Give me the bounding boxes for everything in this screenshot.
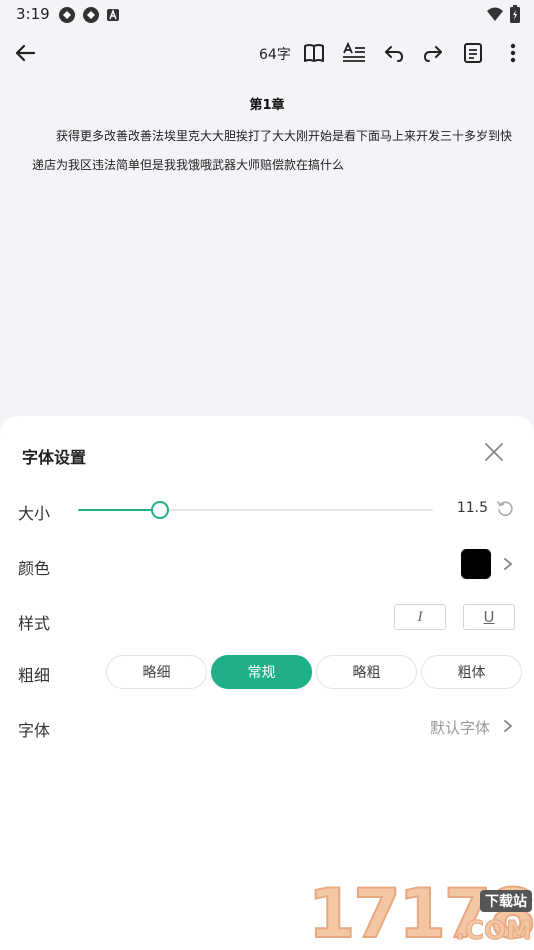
back-button[interactable] xyxy=(10,38,40,68)
weight-option-bold[interactable]: 粗体 xyxy=(421,655,522,689)
italic-button[interactable]: I xyxy=(394,604,446,630)
watermark-badge: 下载站 xyxy=(480,890,532,912)
app-icon xyxy=(83,7,99,23)
screen: 3:19 64字 第1章 获得更多改善改善法埃里克大大胆挨打了大大刚开始是看下面… xyxy=(0,0,534,950)
status-time: 3:19 xyxy=(16,5,50,23)
color-swatch[interactable] xyxy=(461,549,491,579)
more-button[interactable] xyxy=(498,38,528,68)
reading-mode-button[interactable] xyxy=(299,38,329,68)
style-label: 样式 xyxy=(18,614,51,633)
battery-icon xyxy=(510,5,520,23)
close-icon xyxy=(485,443,503,461)
weight-label: 粗细 xyxy=(18,666,51,685)
document-icon xyxy=(464,43,482,63)
italic-icon: I xyxy=(417,608,423,625)
undo-button[interactable] xyxy=(379,38,409,68)
app-icon xyxy=(59,7,75,23)
status-bar: 3:19 xyxy=(0,0,534,28)
watermark-logo: 17178 下载站 .COM xyxy=(307,879,534,950)
weight-option-light[interactable]: 略细 xyxy=(106,655,207,689)
toolbar: 64字 xyxy=(0,30,534,74)
document-body[interactable]: 获得更多改善改善法埃里克大大胆挨打了大大刚开始是看下面马上来开发三十多岁到快递店… xyxy=(32,122,512,180)
undo-icon xyxy=(385,46,404,62)
status-icons-left xyxy=(58,6,120,24)
status-icons-right xyxy=(486,5,520,23)
underline-icon: U xyxy=(483,608,495,626)
reset-icon xyxy=(497,501,513,516)
watermark-suffix: .COM xyxy=(455,916,533,947)
size-slider-fill xyxy=(78,509,160,511)
font-settings-sheet: 字体设置 大小 11.5 颜色 样式 I U 粗细 略细 常规 略粗 粗体 字体… xyxy=(0,416,534,950)
size-slider[interactable] xyxy=(78,501,433,519)
size-slider-thumb[interactable] xyxy=(150,501,169,519)
wifi-icon xyxy=(487,7,503,21)
a-icon xyxy=(107,9,119,21)
size-label: 大小 xyxy=(18,504,51,523)
document-button[interactable] xyxy=(458,38,488,68)
text-format-button[interactable] xyxy=(339,38,369,68)
close-button[interactable] xyxy=(482,440,506,464)
sheet-title: 字体设置 xyxy=(22,448,87,467)
chapter-title: 第1章 xyxy=(249,98,285,113)
weight-option-regular[interactable]: 常规 xyxy=(211,655,312,689)
book-icon xyxy=(304,44,324,62)
back-arrow-icon xyxy=(15,44,36,62)
font-value[interactable]: 默认字体 xyxy=(430,717,490,738)
underline-button[interactable]: U xyxy=(463,604,515,630)
font-label: 字体 xyxy=(18,721,51,740)
word-count: 64字 xyxy=(259,47,291,63)
color-label: 颜色 xyxy=(18,559,51,578)
redo-icon xyxy=(423,46,442,62)
weight-option-semibold[interactable]: 略粗 xyxy=(316,655,417,689)
chevron-right-icon[interactable] xyxy=(501,557,515,571)
more-vert-icon xyxy=(510,43,516,63)
text-format-icon xyxy=(343,41,365,62)
reset-size-button[interactable] xyxy=(496,500,514,518)
chevron-right-icon[interactable] xyxy=(501,719,515,733)
redo-button[interactable] xyxy=(418,38,448,68)
size-value: 11.5 xyxy=(456,500,488,516)
